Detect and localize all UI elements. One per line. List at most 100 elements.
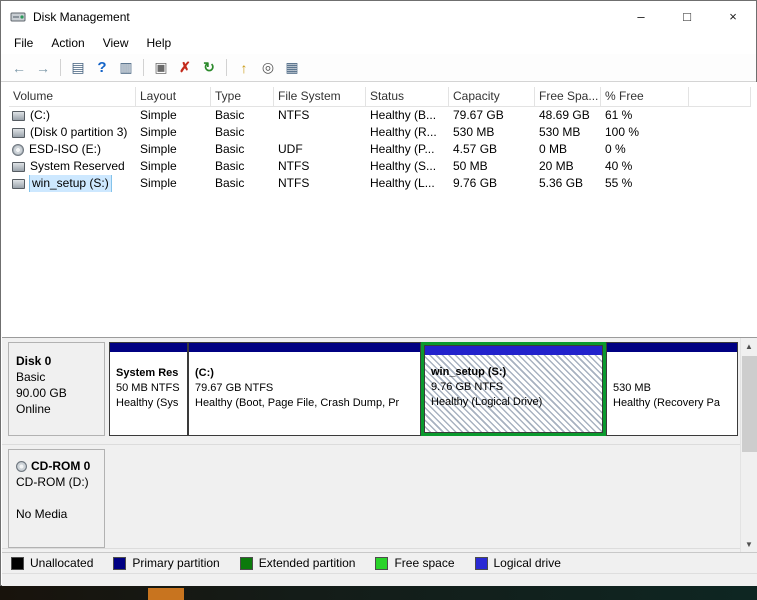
volume-name: (C:) xyxy=(30,107,50,124)
volume-list-header: Volume Layout Type File System Status Ca… xyxy=(9,87,751,107)
caption-buttons: – □ × xyxy=(618,1,756,32)
drive-icon xyxy=(12,111,25,121)
cell-file-system xyxy=(274,124,366,141)
console-tree-icon[interactable]: ▤ xyxy=(67,57,89,79)
selection-hatch: win_setup (S:) 9.76 GB NTFS Healthy (Log… xyxy=(425,355,602,432)
legend-label: Free space xyxy=(394,556,454,570)
status-bar xyxy=(2,573,757,586)
row-separator xyxy=(2,548,740,549)
partition-color-strip xyxy=(189,343,420,352)
cell-capacity: 79.67 GB xyxy=(449,107,535,124)
desktop-accent xyxy=(148,588,184,600)
cell-free-space: 5.36 GB xyxy=(535,175,601,192)
cell-capacity: 530 MB xyxy=(449,124,535,141)
legend-swatch xyxy=(475,557,488,570)
column-header-volume[interactable]: Volume xyxy=(9,87,136,106)
legend-label: Primary partition xyxy=(132,556,219,570)
cell-layout: Simple xyxy=(136,107,211,124)
menu-view[interactable]: View xyxy=(94,33,138,53)
legend-item-free-space: Free space xyxy=(375,556,454,570)
partition-color-strip xyxy=(110,343,187,352)
cell-status: Healthy (L... xyxy=(366,175,449,192)
table-row[interactable]: (C:) Simple Basic NTFS Healthy (B... 79.… xyxy=(9,107,751,124)
maximize-button[interactable]: □ xyxy=(664,1,710,32)
partition-status: Healthy (Boot, Page File, Crash Dump, Pr xyxy=(195,396,417,411)
screen: Disk Management – □ × File Action View H… xyxy=(0,0,757,600)
column-header-status[interactable]: Status xyxy=(366,87,449,106)
refresh-icon[interactable]: ↻ xyxy=(198,57,220,79)
column-header-type[interactable]: Type xyxy=(211,87,274,106)
cell-free-space: 530 MB xyxy=(535,124,601,141)
cell-file-system: NTFS xyxy=(274,158,366,175)
table-row[interactable]: ESD-ISO (E:) Simple Basic UDF Healthy (P… xyxy=(9,141,751,158)
scrollbar-thumb[interactable] xyxy=(742,356,757,452)
partition-recovery[interactable]: 530 MB Healthy (Recovery Pa xyxy=(606,342,738,436)
find-icon[interactable]: ◎ xyxy=(257,57,279,79)
export-list-icon[interactable]: ▥ xyxy=(115,57,137,79)
table-row[interactable]: (Disk 0 partition 3) Simple Basic Health… xyxy=(9,124,751,141)
column-header-free-space[interactable]: Free Spa... xyxy=(535,87,601,106)
drive-icon xyxy=(12,179,25,189)
volume-name: ESD-ISO (E:) xyxy=(29,141,101,158)
cell-status: Healthy (R... xyxy=(366,124,449,141)
column-header-file-system[interactable]: File System xyxy=(274,87,366,106)
close-button[interactable]: × xyxy=(710,1,756,32)
menu-action[interactable]: Action xyxy=(42,33,93,53)
partition-status: Healthy (Sys xyxy=(116,396,184,411)
legend-swatch xyxy=(240,557,253,570)
cell-capacity: 9.76 GB xyxy=(449,175,535,192)
forward-icon[interactable]: → xyxy=(32,57,54,79)
disk-name: Disk 0 xyxy=(16,353,104,369)
folder-up-icon[interactable]: ↑ xyxy=(233,57,255,79)
table-row-selected[interactable]: win_setup (S:) Simple Basic NTFS Healthy… xyxy=(9,175,751,192)
toolbar: ← → ▤ ? ▥ ▣ ✗ ↻ ↑ ◎ ▦ xyxy=(1,54,756,82)
cdrom-0-info-cell[interactable]: CD-ROM 0 CD-ROM (D:) No Media xyxy=(8,449,105,548)
cell-layout: Simple xyxy=(136,158,211,175)
graphical-view: Disk 0 Basic 90.00 GB Online System Res … xyxy=(2,337,757,552)
scroll-down-icon[interactable]: ▼ xyxy=(741,536,757,553)
column-header-pct-free[interactable]: % Free xyxy=(601,87,689,106)
partition-size: 79.67 GB NTFS xyxy=(195,381,417,396)
cell-status: Healthy (P... xyxy=(366,141,449,158)
partition-color-strip xyxy=(425,346,602,355)
partition-color-strip xyxy=(607,343,737,352)
partition-c[interactable]: (C:) 79.67 GB NTFS Healthy (Boot, Page F… xyxy=(188,342,421,436)
cell-type: Basic xyxy=(211,141,274,158)
cell-status: Healthy (B... xyxy=(366,107,449,124)
cell-type: Basic xyxy=(211,158,274,175)
partition-win-setup-selected[interactable]: win_setup (S:) 9.76 GB NTFS Healthy (Log… xyxy=(421,342,606,436)
drive-icon xyxy=(12,162,25,172)
action-pane-icon[interactable]: ▣ xyxy=(150,57,172,79)
vertical-scrollbar[interactable]: ▲ ▼ xyxy=(740,338,757,553)
partition-system-reserved[interactable]: System Res 50 MB NTFS Healthy (Sys xyxy=(109,342,188,436)
properties-grid-icon[interactable]: ▦ xyxy=(281,57,303,79)
scroll-up-icon[interactable]: ▲ xyxy=(741,338,757,355)
delete-volume-icon[interactable]: ✗ xyxy=(174,57,196,79)
disk-management-window: Disk Management – □ × File Action View H… xyxy=(0,0,757,586)
help-icon[interactable]: ? xyxy=(91,57,113,79)
partition-name xyxy=(613,366,734,381)
minimize-button[interactable]: – xyxy=(618,1,664,32)
cdrom-device: CD-ROM (D:) xyxy=(16,474,104,490)
column-header-layout[interactable]: Layout xyxy=(136,87,211,106)
column-header-capacity[interactable]: Capacity xyxy=(449,87,535,106)
cell-pct-free: 40 % xyxy=(601,158,689,175)
row-separator xyxy=(2,444,740,445)
back-icon[interactable]: ← xyxy=(8,57,30,79)
partition-size: 50 MB NTFS xyxy=(116,381,184,396)
partition-status: Healthy (Recovery Pa xyxy=(613,396,734,411)
legend-label: Logical drive xyxy=(494,556,561,570)
cell-type: Basic xyxy=(211,175,274,192)
disk-0-info-cell[interactable]: Disk 0 Basic 90.00 GB Online xyxy=(8,342,105,436)
menu-help[interactable]: Help xyxy=(138,33,181,53)
cell-type: Basic xyxy=(211,107,274,124)
cell-file-system: NTFS xyxy=(274,175,366,192)
cell-layout: Simple xyxy=(136,124,211,141)
cell-capacity: 50 MB xyxy=(449,158,535,175)
table-row[interactable]: System Reserved Simple Basic NTFS Health… xyxy=(9,158,751,175)
cell-pct-free: 0 % xyxy=(601,141,689,158)
legend-bar: Unallocated Primary partition Extended p… xyxy=(2,552,757,573)
disk-status: Online xyxy=(16,401,104,417)
cdrom-name: CD-ROM 0 xyxy=(31,458,90,474)
menu-file[interactable]: File xyxy=(5,33,42,53)
